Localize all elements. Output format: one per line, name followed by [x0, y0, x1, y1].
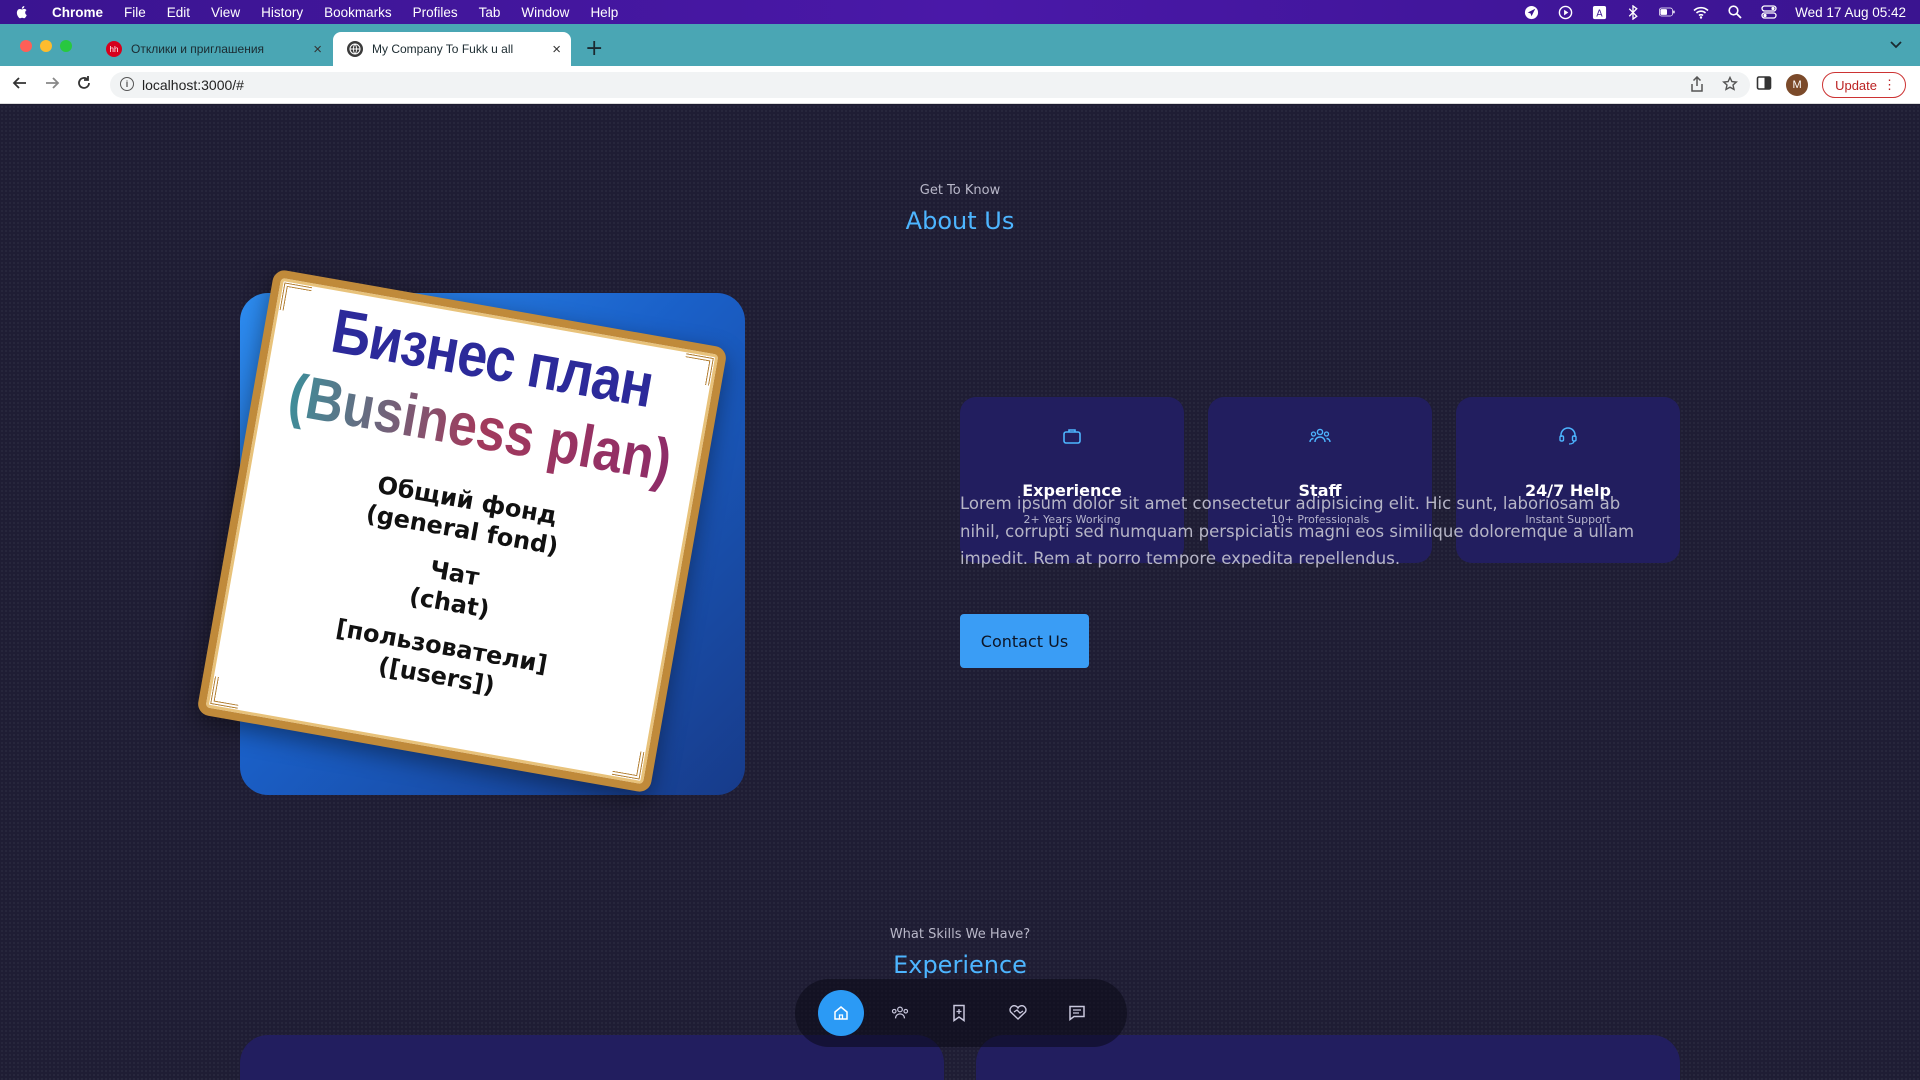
wifi-icon[interactable]	[1693, 4, 1709, 20]
close-tab-icon[interactable]: ×	[552, 41, 561, 58]
window-controls	[20, 40, 72, 52]
apple-icon[interactable]	[14, 4, 30, 20]
nav-contact-message-icon[interactable]	[1059, 995, 1095, 1031]
frame-corner	[611, 747, 645, 780]
floating-bottom-nav	[795, 979, 1127, 1047]
tab-my-company[interactable]: My Company To Fukk u all ×	[333, 32, 571, 66]
people-icon	[1208, 427, 1432, 445]
business-plan-image: Бизнес план (Business plan) Общий фонд (…	[196, 268, 728, 794]
menu-bookmarks[interactable]: Bookmarks	[324, 5, 392, 20]
location-icon[interactable]	[1523, 4, 1539, 20]
site-info-icon[interactable]: i	[120, 77, 134, 91]
zoom-window-button[interactable]	[60, 40, 72, 52]
minimize-window-button[interactable]	[40, 40, 52, 52]
about-paragraph: Lorem ipsum dolor sit amet consectetur a…	[960, 494, 1635, 568]
experience-subtitle: What Skills We Have?	[889, 927, 1031, 942]
menu-history[interactable]: History	[261, 5, 303, 20]
spotlight-search-icon[interactable]	[1727, 4, 1743, 20]
menu-chrome[interactable]: Chrome	[52, 5, 103, 20]
tab-search-chevron-icon[interactable]	[1890, 38, 1902, 53]
control-center-icon[interactable]	[1761, 4, 1777, 20]
menu-window[interactable]: Window	[521, 5, 569, 20]
tab-hh-responses[interactable]: hh Отклики и приглашения ×	[92, 32, 332, 66]
svg-text:A: A	[1596, 8, 1603, 19]
keyboard-input-icon[interactable]: A	[1591, 4, 1607, 20]
contact-us-button[interactable]: Contact Us	[960, 614, 1089, 668]
close-tab-icon[interactable]: ×	[313, 41, 322, 58]
web-page: Get To Know About Us Бизнес план (Busine…	[0, 105, 1920, 1080]
about-title: About Us	[905, 207, 1015, 235]
globe-favicon-icon	[347, 41, 363, 57]
menu-tab[interactable]: Tab	[479, 5, 501, 20]
url-text[interactable]: localhost:3000/#	[142, 77, 244, 93]
menu-file[interactable]: File	[124, 5, 146, 20]
forward-arrow-icon[interactable]	[44, 75, 60, 96]
macos-menu-bar: Chrome File Edit View History Bookmarks …	[0, 0, 1920, 24]
menu-profiles[interactable]: Profiles	[413, 5, 458, 20]
nav-home-icon[interactable]	[818, 990, 864, 1036]
nav-bookmark-icon[interactable]	[941, 995, 977, 1031]
new-tab-plus-icon[interactable]: +	[585, 36, 603, 61]
clock[interactable]: Wed 17 Aug 05:42	[1795, 5, 1906, 20]
tab-title: Отклики и приглашения	[131, 42, 265, 56]
tab-title: My Company To Fukk u all	[372, 42, 514, 56]
back-arrow-icon[interactable]	[12, 75, 28, 96]
hh-favicon-icon: hh	[106, 41, 122, 57]
nav-services-handshake-icon[interactable]	[1000, 995, 1036, 1031]
nav-about-people-icon[interactable]	[882, 995, 918, 1031]
about-subtitle: Get To Know	[919, 183, 1001, 198]
address-bar[interactable]: i localhost:3000/#	[110, 72, 1750, 98]
browser-tab-strip: hh Отклики и приглашения × My Company To…	[0, 24, 1920, 66]
close-window-button[interactable]	[20, 40, 32, 52]
experience-title: Experience	[893, 951, 1027, 979]
briefcase-icon	[960, 427, 1184, 445]
reload-icon[interactable]	[76, 75, 92, 96]
browser-toolbar: i localhost:3000/# M Update	[0, 66, 1920, 104]
frame-corner	[210, 676, 243, 709]
side-panel-icon[interactable]	[1756, 75, 1772, 95]
bookmark-star-icon[interactable]	[1722, 75, 1738, 95]
menu-view[interactable]: View	[211, 5, 240, 20]
menu-edit[interactable]: Edit	[167, 5, 190, 20]
bluetooth-icon[interactable]	[1625, 4, 1641, 20]
profile-avatar[interactable]: M	[1786, 74, 1809, 96]
menu-help[interactable]: Help	[590, 5, 618, 20]
battery-icon[interactable]	[1659, 4, 1675, 20]
play-icon[interactable]	[1557, 4, 1573, 20]
share-icon[interactable]	[1690, 75, 1704, 95]
update-button[interactable]: Update	[1822, 72, 1906, 98]
headset-icon	[1456, 427, 1680, 445]
